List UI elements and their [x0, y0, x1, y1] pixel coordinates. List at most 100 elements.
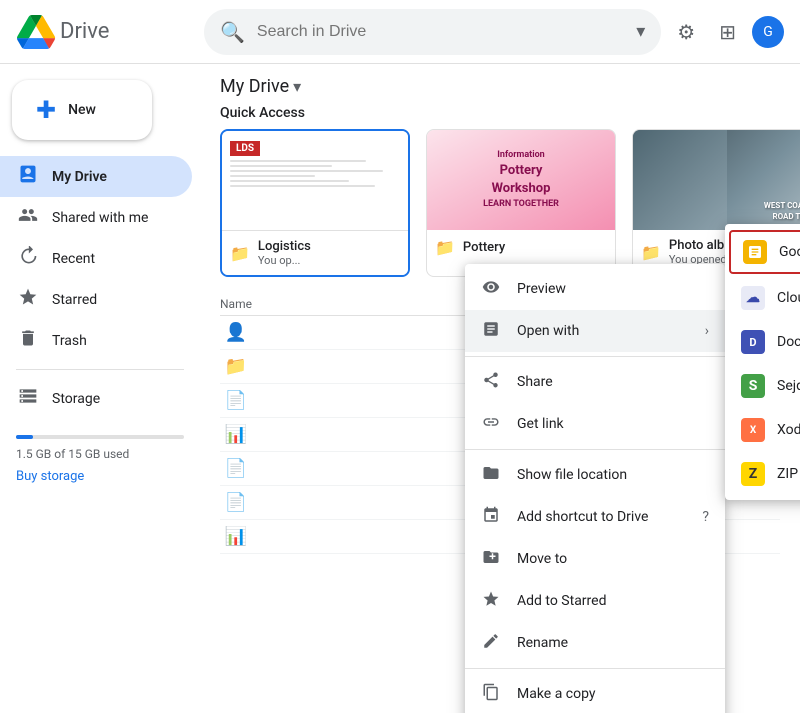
header: Drive 🔍 ▾ ⚙ ⊞ G	[0, 0, 800, 64]
rename-icon	[481, 632, 501, 654]
submenu-label-google-slides: Google Slides	[779, 244, 800, 260]
submenu-label-dochub: DocHub - PDF Sign and Edit	[777, 334, 800, 350]
layout: ✚ New My Drive Shared with me Recent	[0, 64, 800, 713]
storage-icon	[16, 386, 40, 411]
trash-icon	[16, 328, 40, 353]
menu-label-preview: Preview	[517, 281, 566, 297]
link-icon	[481, 413, 501, 435]
qa-thumb-pottery: InformationPotteryWorkshopLEARN TOGETHER	[427, 130, 615, 230]
menu-label-open-with: Open with	[517, 323, 579, 339]
search-bar[interactable]: 🔍 ▾	[204, 9, 661, 55]
star-icon	[16, 287, 40, 312]
help-icon: ?	[702, 509, 709, 525]
location-icon	[481, 464, 501, 486]
menu-label-rename: Rename	[517, 635, 568, 651]
logistics-name: Logistics	[258, 239, 311, 254]
zip-icon: Z	[741, 462, 765, 486]
submenu-label-sejda: Sejda PDF	[777, 378, 800, 394]
file-icon-2: 📁	[220, 356, 252, 377]
menu-item-rename[interactable]: Rename	[465, 622, 725, 664]
sidebar-starred-label: Starred	[52, 292, 97, 308]
storage-bar-background	[16, 435, 184, 439]
grid-icon[interactable]: ⊞	[711, 12, 744, 52]
menu-divider-2	[465, 449, 725, 450]
submenu-item-zip[interactable]: Z ZIP Extractor	[725, 452, 800, 496]
qa-card-pottery[interactable]: InformationPotteryWorkshopLEARN TOGETHER…	[426, 129, 616, 277]
cloudconvert-icon: ☁	[741, 286, 765, 310]
my-drive-title[interactable]: My Drive ▾	[220, 76, 301, 97]
avatar[interactable]: G	[752, 16, 784, 48]
sidebar-item-storage[interactable]: Storage	[0, 378, 192, 419]
qa-thumb-logistics: LDS	[222, 131, 408, 231]
file-icon-3: 📄	[220, 390, 252, 411]
sidebar-item-my-drive[interactable]: My Drive	[0, 156, 192, 197]
pottery-text: InformationPotteryWorkshopLEARN TOGETHER	[483, 149, 559, 211]
dochub-icon: D	[741, 330, 765, 354]
menu-item-get-link[interactable]: Get link	[465, 403, 725, 445]
logistics-folder-icon: 📁	[230, 244, 250, 263]
submenu-item-xodo[interactable]: X Xodo PDF Reader & Annotator	[725, 408, 800, 452]
context-menu: Preview Open with › Share Get li	[465, 264, 725, 713]
menu-item-show-location[interactable]: Show file location	[465, 454, 725, 496]
sidebar-item-trash[interactable]: Trash	[0, 320, 192, 361]
search-dropdown-icon[interactable]: ▾	[636, 21, 645, 42]
preview-icon	[481, 278, 501, 300]
qa-card-pottery-footer: 📁 Pottery	[427, 230, 615, 265]
buy-storage-link[interactable]: Buy storage	[16, 469, 184, 484]
menu-item-move-to[interactable]: Move to	[465, 538, 725, 580]
settings-icon[interactable]: ⚙	[669, 12, 703, 52]
menu-item-share[interactable]: Share	[465, 361, 725, 403]
submenu-item-google-slides[interactable]: Google Slides	[729, 230, 800, 274]
copy-icon	[481, 683, 501, 705]
quick-access-label: Quick Access	[200, 105, 800, 129]
sidebar-recent-label: Recent	[52, 251, 95, 267]
menu-item-preview[interactable]: Preview	[465, 268, 725, 310]
drive-logo-icon	[16, 15, 56, 49]
menu-label-move-to: Move to	[517, 551, 567, 567]
file-icon-7: 📊	[220, 526, 252, 547]
menu-label-share: Share	[517, 374, 553, 390]
menu-item-add-shortcut[interactable]: Add shortcut to Drive ?	[465, 496, 725, 538]
col-header-name: Name	[220, 297, 480, 311]
sidebar-item-starred[interactable]: Starred	[0, 279, 192, 320]
sidebar: ✚ New My Drive Shared with me Recent	[0, 64, 200, 713]
open-with-arrow: ›	[705, 323, 709, 339]
menu-item-add-starred[interactable]: Add to Starred	[465, 580, 725, 622]
photo-folder-icon: 📁	[641, 243, 661, 262]
file-icon-4: 📊	[220, 424, 252, 445]
move-icon	[481, 548, 501, 570]
menu-label-show-location: Show file location	[517, 467, 627, 483]
file-icon-5: 📄	[220, 458, 252, 479]
my-drive-dropdown-icon[interactable]: ▾	[293, 77, 301, 96]
shortcut-icon	[481, 506, 501, 528]
sidebar-item-shared[interactable]: Shared with me	[0, 197, 192, 238]
google-slides-icon	[743, 240, 767, 264]
search-icon: 🔍	[220, 20, 245, 44]
starred-icon	[481, 590, 501, 612]
submenu: Google Slides ☁ CloudConvert D DocHub - …	[725, 224, 800, 500]
storage-bar-fill	[16, 435, 33, 439]
new-button[interactable]: ✚ New	[12, 80, 152, 140]
menu-divider-3	[465, 668, 725, 669]
menu-label-add-shortcut: Add shortcut to Drive	[517, 509, 648, 525]
submenu-item-cloudconvert[interactable]: ☁ CloudConvert	[725, 276, 800, 320]
new-label: New	[68, 102, 96, 118]
main-content: My Drive ▾ Quick Access LDS	[200, 64, 800, 713]
sidebar-shared-label: Shared with me	[52, 210, 148, 226]
submenu-item-sejda[interactable]: S Sejda PDF	[725, 364, 800, 408]
qa-card-logistics-footer: 📁 Logistics You op...	[222, 231, 408, 275]
sidebar-item-recent[interactable]: Recent	[0, 238, 192, 279]
menu-item-open-with[interactable]: Open with ›	[465, 310, 725, 352]
file-icon-6: 📄	[220, 492, 252, 513]
recent-icon	[16, 246, 40, 271]
submenu-label-zip: ZIP Extractor	[777, 466, 800, 482]
menu-label-add-starred: Add to Starred	[517, 593, 606, 609]
search-input[interactable]	[257, 23, 624, 41]
submenu-item-dochub[interactable]: D DocHub - PDF Sign and Edit	[725, 320, 800, 364]
storage-text: 1.5 GB of 15 GB used	[16, 447, 184, 461]
qa-card-logistics[interactable]: LDS 📁 Logistics	[220, 129, 410, 277]
menu-item-make-copy[interactable]: Make a copy	[465, 673, 725, 713]
pottery-folder-icon: 📁	[435, 238, 455, 257]
shared-icon	[16, 205, 40, 230]
logo-area: Drive	[16, 15, 196, 49]
